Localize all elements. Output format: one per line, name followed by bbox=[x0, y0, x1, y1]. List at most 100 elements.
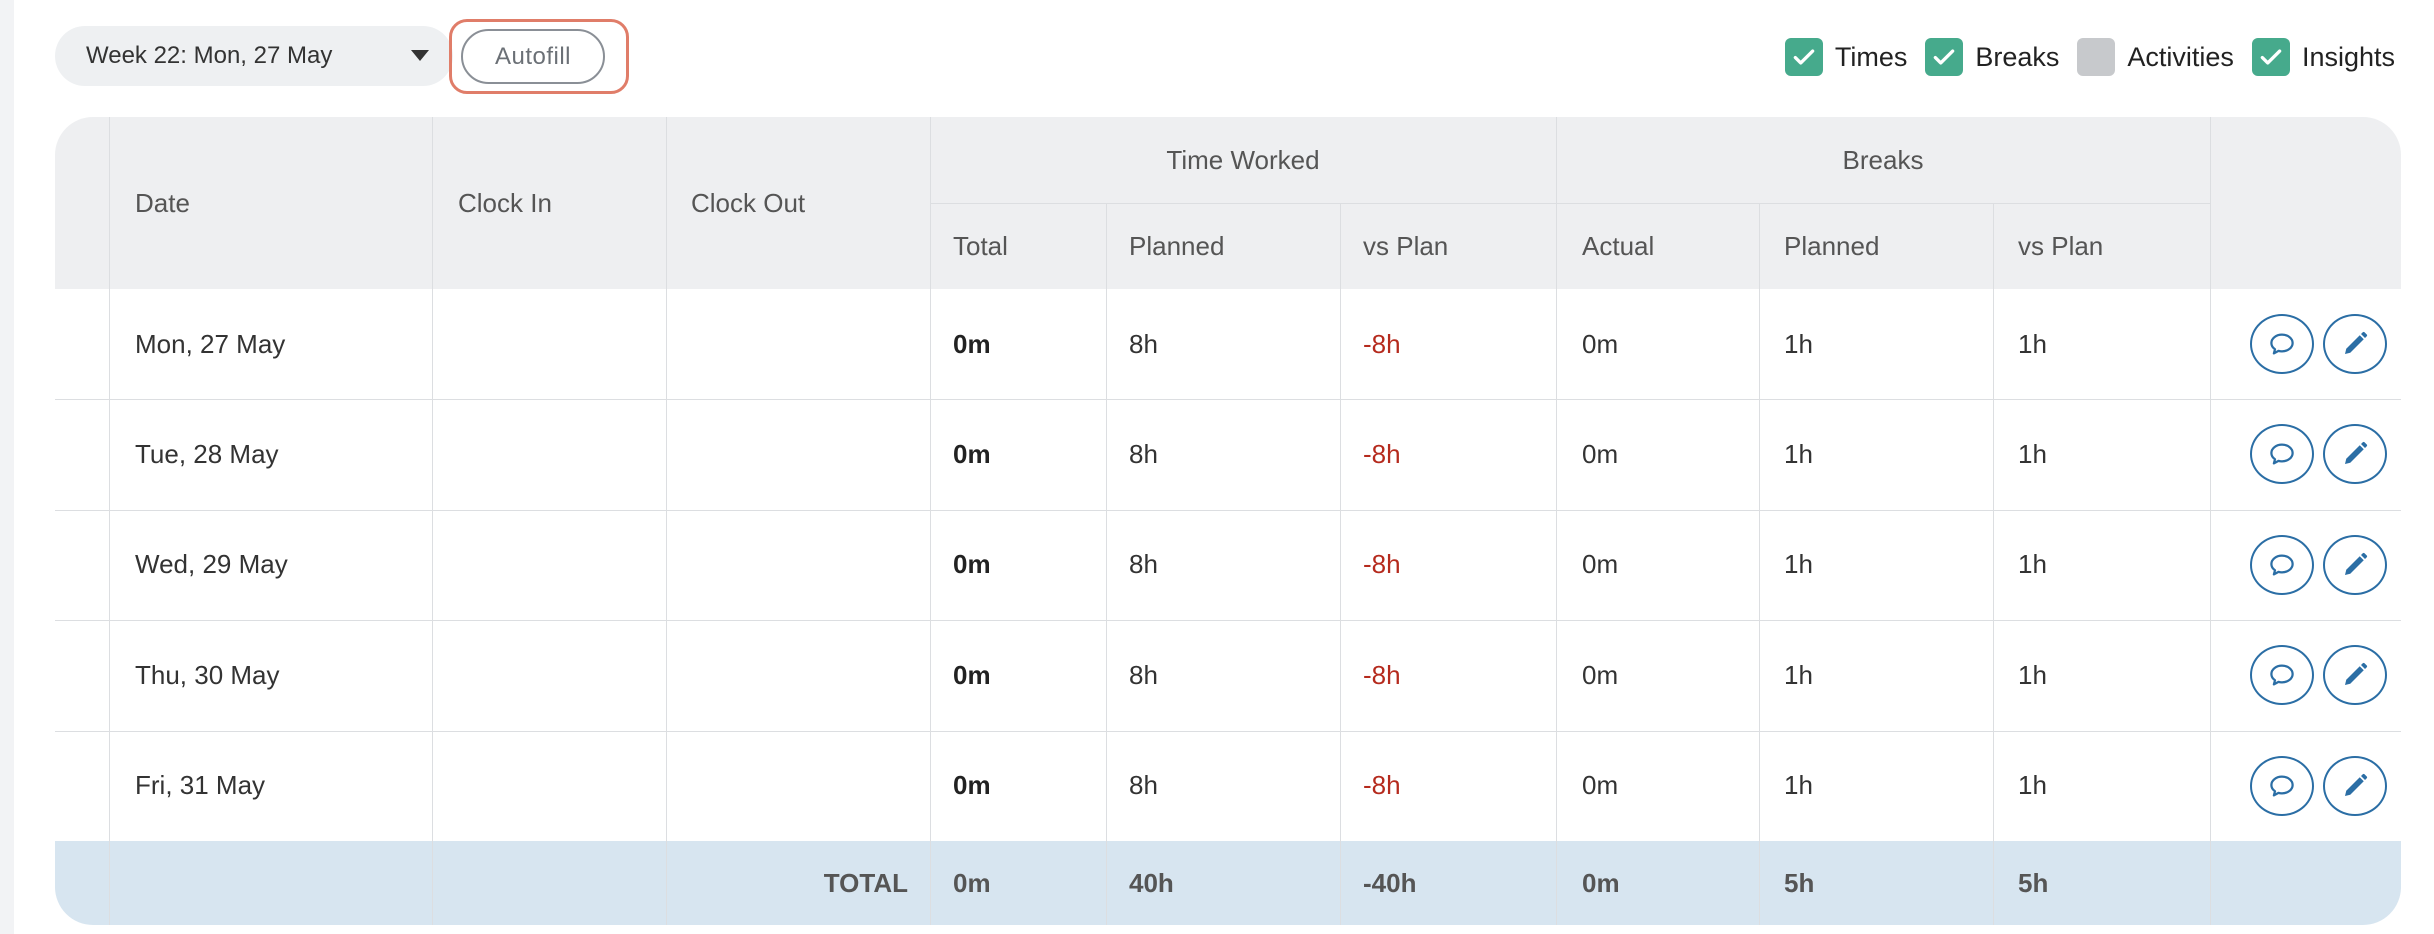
comment-button[interactable] bbox=[2250, 534, 2314, 595]
column-divider bbox=[432, 117, 433, 925]
pencil-icon bbox=[2345, 442, 2368, 465]
table-row bbox=[55, 731, 2401, 841]
row-divider bbox=[55, 509, 2401, 511]
comment-icon bbox=[2270, 333, 2294, 355]
cell-br-vs-plan: 1h bbox=[2018, 439, 2047, 470]
pencil-icon bbox=[2345, 663, 2368, 686]
cell-br-planned: 1h bbox=[1784, 770, 1813, 801]
edit-button[interactable] bbox=[2323, 424, 2387, 485]
checkbox-insights[interactable] bbox=[2251, 38, 2290, 76]
edit-button[interactable] bbox=[2323, 534, 2387, 595]
week-selector-value: Week 22: Mon, 27 May bbox=[86, 42, 333, 69]
header-time-worked: Time Worked bbox=[1166, 144, 1320, 175]
total-br-actual: 0m bbox=[1582, 867, 1620, 898]
cell-br-planned: 1h bbox=[1784, 439, 1813, 470]
pencil-icon bbox=[2345, 331, 2368, 354]
comment-icon bbox=[2270, 775, 2294, 797]
cell-date: Wed, 29 May bbox=[135, 549, 288, 580]
edit-button[interactable] bbox=[2323, 314, 2387, 374]
table-row bbox=[55, 399, 2401, 509]
toggle-breaks[interactable]: Breaks bbox=[1925, 38, 2059, 76]
cell-tw-total: 0m bbox=[953, 328, 991, 359]
column-divider bbox=[1759, 203, 1760, 925]
cell-date: Fri, 31 May bbox=[135, 770, 266, 801]
cell-date: Tue, 28 May bbox=[135, 439, 279, 470]
cell-tw-planned: 8h bbox=[1129, 770, 1158, 801]
autofill-button[interactable]: Autofill bbox=[461, 29, 605, 84]
cell-br-actual: 0m bbox=[1582, 659, 1619, 690]
toggle-times[interactable]: Times bbox=[1784, 38, 1908, 76]
header-br-vs-plan[interactable]: vs Plan bbox=[2018, 203, 2103, 289]
pencil-icon bbox=[2345, 552, 2368, 575]
total-label: TOTAL bbox=[823, 867, 908, 898]
check-icon bbox=[2260, 49, 2282, 65]
row-divider bbox=[55, 730, 2401, 732]
cell-tw-vs-plan: -8h bbox=[1363, 659, 1401, 690]
caret-down-icon bbox=[411, 50, 429, 61]
cell-br-actual: 0m bbox=[1582, 439, 1619, 470]
edit-button[interactable] bbox=[2323, 645, 2387, 706]
column-divider bbox=[1993, 203, 1994, 925]
cell-br-planned: 1h bbox=[1784, 549, 1813, 580]
total-tw-total: 0m bbox=[953, 867, 991, 898]
cell-tw-planned: 8h bbox=[1129, 328, 1158, 359]
row-divider bbox=[55, 399, 2401, 401]
column-divider bbox=[1556, 117, 1557, 925]
toggle-insights[interactable]: Insights bbox=[2251, 38, 2395, 76]
check-icon bbox=[1793, 49, 1815, 65]
header-br-planned[interactable]: Planned bbox=[1784, 203, 1879, 289]
header-br-actual[interactable]: Actual bbox=[1582, 203, 1654, 289]
cell-date: Thu, 30 May bbox=[135, 659, 280, 690]
pencil-icon bbox=[2345, 773, 2368, 796]
header-breaks: Breaks bbox=[1842, 144, 1924, 175]
total-br-vs-plan: 5h bbox=[2018, 867, 2049, 898]
header-clock-out[interactable]: Clock Out bbox=[691, 117, 805, 289]
comment-button[interactable] bbox=[2250, 645, 2314, 706]
cell-date: Mon, 27 May bbox=[135, 328, 286, 359]
toggle-insights-label: Insights bbox=[2301, 41, 2395, 72]
cell-br-actual: 0m bbox=[1582, 328, 1619, 359]
cell-tw-planned: 8h bbox=[1129, 659, 1158, 690]
toggle-times-label: Times bbox=[1834, 41, 1908, 72]
cell-br-actual: 0m bbox=[1582, 770, 1619, 801]
column-divider bbox=[930, 117, 931, 925]
cell-tw-vs-plan: -8h bbox=[1363, 770, 1401, 801]
comment-button[interactable] bbox=[2250, 755, 2314, 816]
header-clock-in[interactable]: Clock In bbox=[458, 117, 552, 289]
total-tw-planned: 40h bbox=[1129, 867, 1174, 898]
checkbox-activities[interactable] bbox=[2077, 38, 2116, 76]
toggle-activities-label: Activities bbox=[2127, 41, 2234, 72]
table-row bbox=[55, 620, 2401, 730]
header-tw-planned[interactable]: Planned bbox=[1129, 203, 1224, 289]
checkbox-times[interactable] bbox=[1784, 38, 1823, 76]
cell-br-vs-plan: 1h bbox=[2018, 770, 2047, 801]
cell-tw-total: 0m bbox=[953, 659, 991, 690]
comment-icon bbox=[2270, 664, 2294, 686]
comment-button[interactable] bbox=[2250, 424, 2314, 485]
row-divider bbox=[55, 620, 2401, 622]
table-row bbox=[55, 510, 2401, 620]
cell-tw-vs-plan: -8h bbox=[1363, 439, 1401, 470]
week-selector[interactable]: Week 22: Mon, 27 May bbox=[55, 26, 453, 86]
cell-tw-planned: 8h bbox=[1129, 439, 1158, 470]
toggle-activities[interactable]: Activities bbox=[2077, 38, 2234, 76]
checkbox-breaks[interactable] bbox=[1925, 38, 1964, 76]
toggle-breaks-label: Breaks bbox=[1975, 41, 2060, 72]
view-toggles: Times Breaks Activities Insights bbox=[1784, 38, 2395, 76]
cell-tw-total: 0m bbox=[953, 439, 991, 470]
comment-button[interactable] bbox=[2250, 314, 2314, 374]
total-tw-vs-plan: -40h bbox=[1363, 867, 1417, 898]
cell-br-planned: 1h bbox=[1784, 328, 1813, 359]
cell-tw-planned: 8h bbox=[1129, 549, 1158, 580]
column-divider bbox=[666, 117, 667, 925]
header-tw-total[interactable]: Total bbox=[953, 203, 1008, 289]
column-divider bbox=[109, 117, 110, 925]
header-tw-vs-plan[interactable]: vs Plan bbox=[1363, 203, 1448, 289]
left-edge-strip bbox=[0, 0, 14, 934]
column-divider bbox=[1106, 203, 1107, 925]
check-icon bbox=[1934, 49, 1955, 65]
header-date[interactable]: Date bbox=[135, 117, 190, 289]
cell-tw-total: 0m bbox=[953, 549, 991, 580]
edit-button[interactable] bbox=[2323, 755, 2387, 816]
cell-tw-vs-plan: -8h bbox=[1363, 328, 1401, 359]
